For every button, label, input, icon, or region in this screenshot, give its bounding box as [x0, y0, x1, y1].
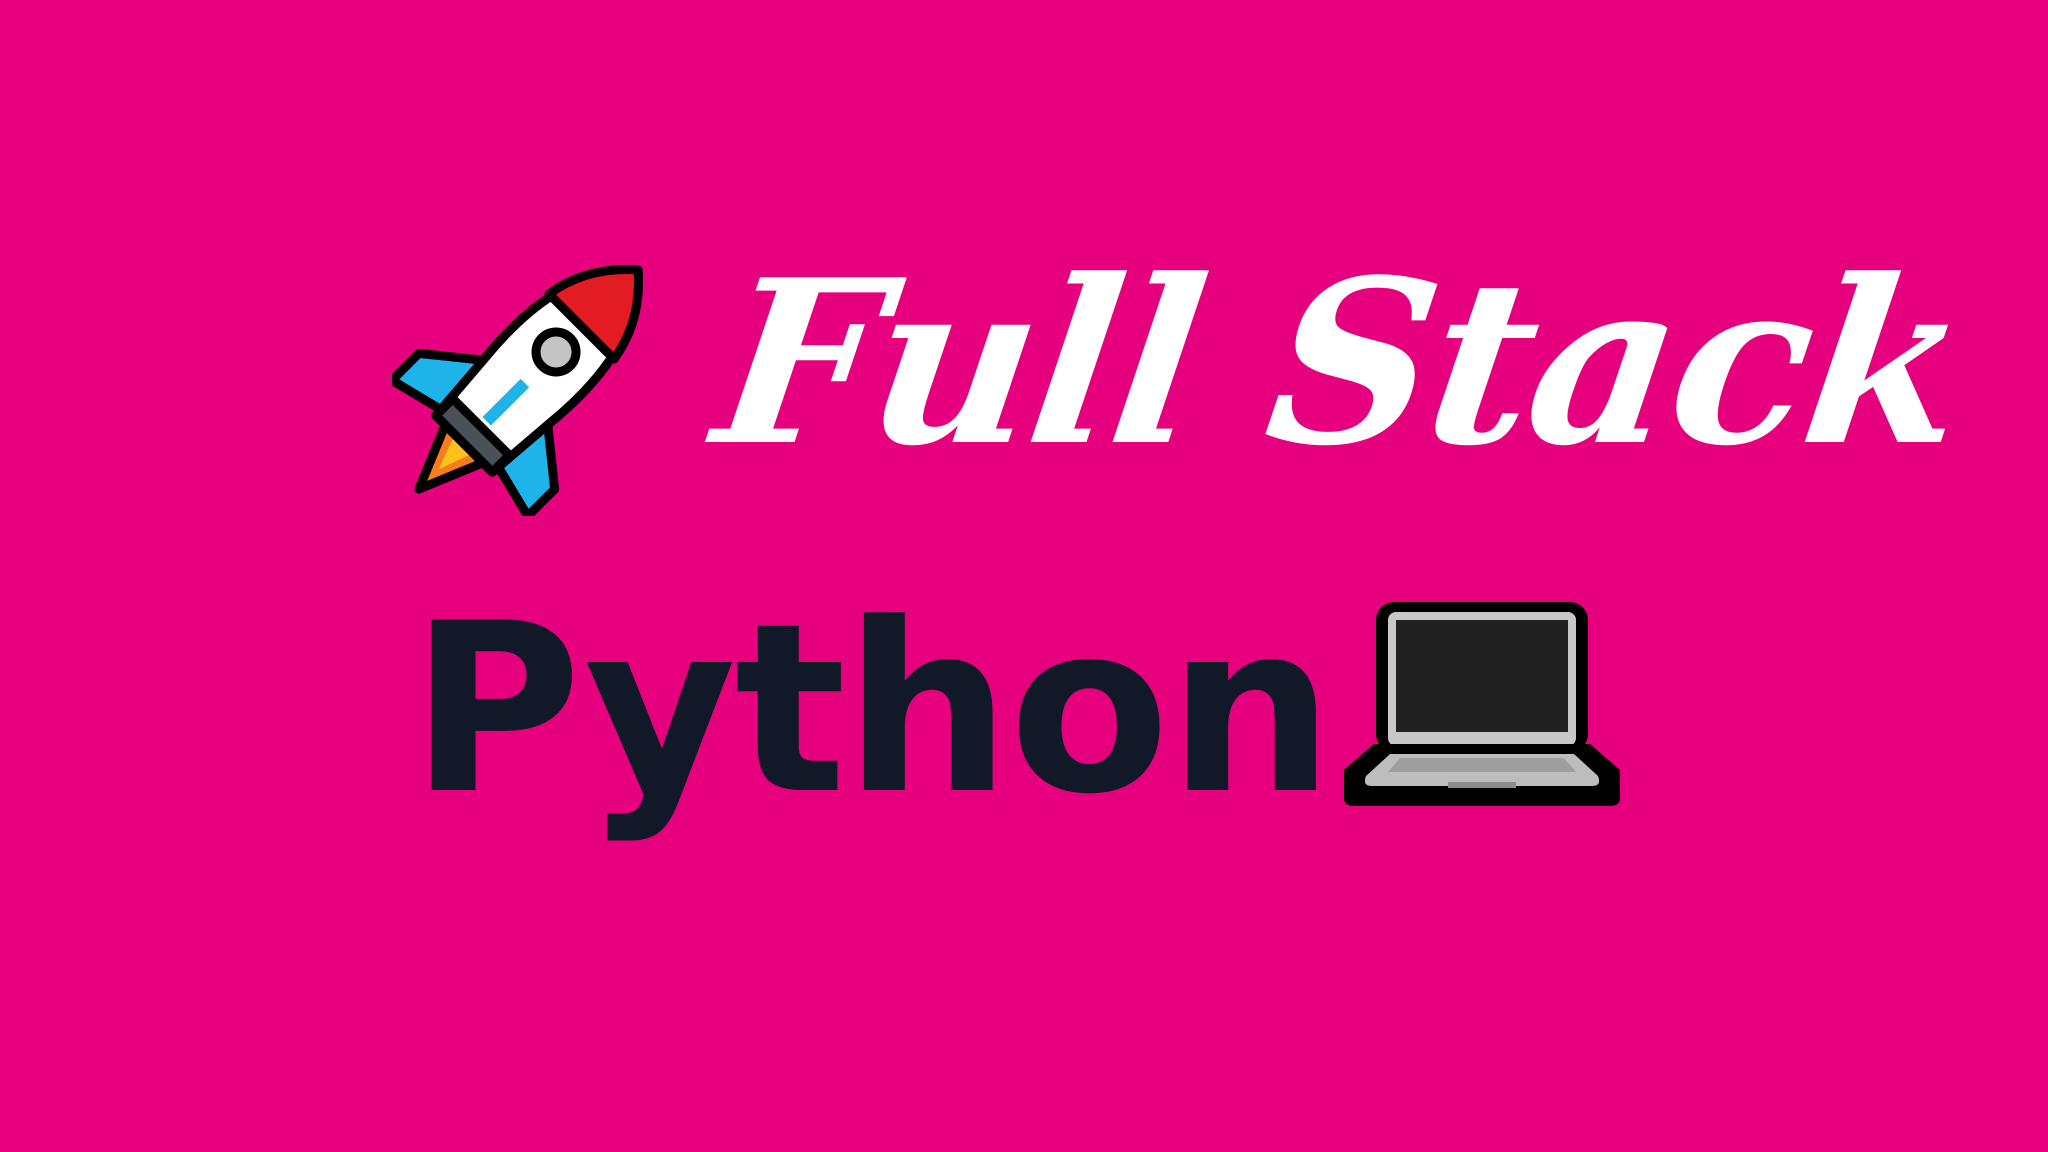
title-banner: Full Stack Python: [0, 0, 2048, 1152]
laptop-icon: [1344, 602, 1620, 806]
title-full-stack: Full Stack: [702, 231, 1980, 496]
title-python: Python: [410, 574, 1334, 846]
rocket-icon: [392, 265, 643, 516]
